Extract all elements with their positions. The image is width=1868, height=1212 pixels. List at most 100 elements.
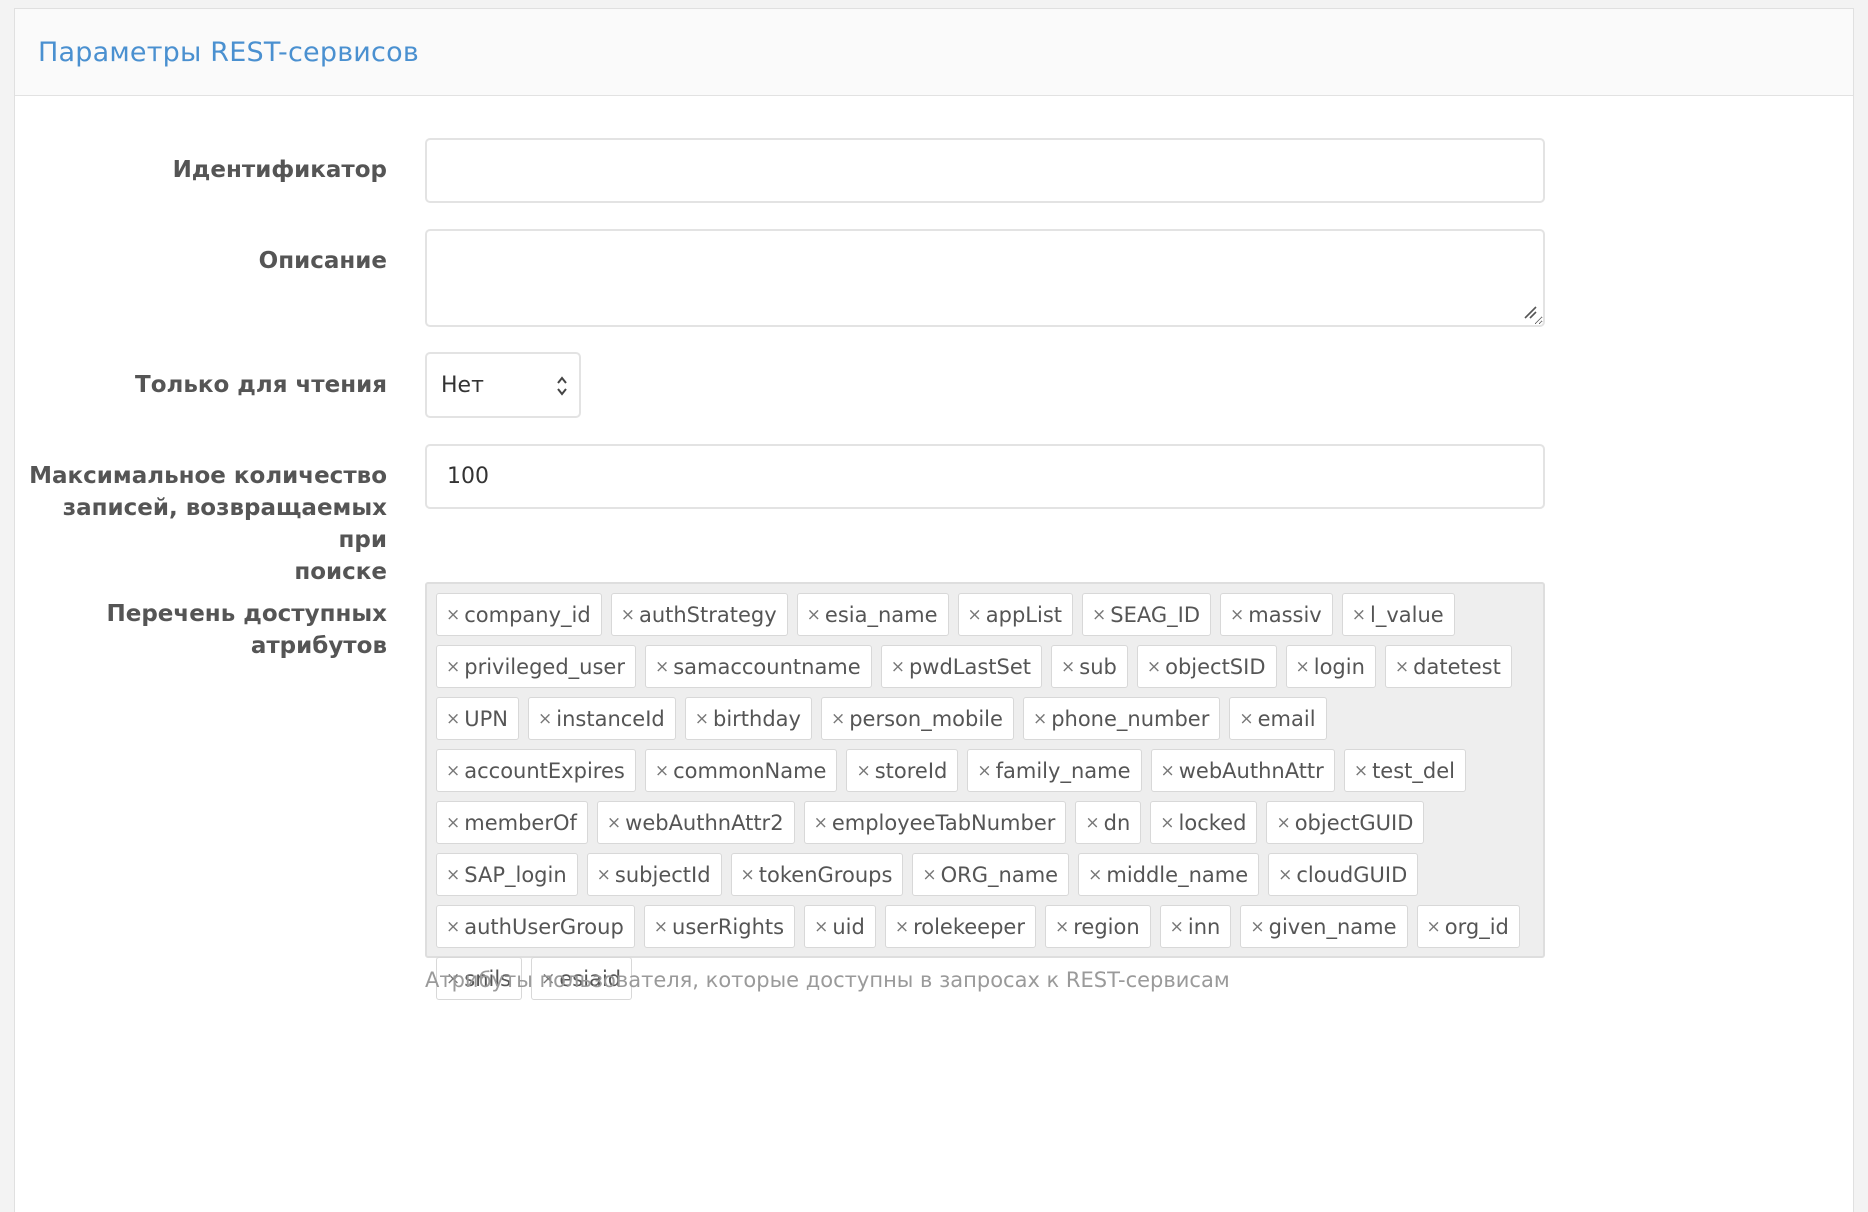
remove-tag-icon[interactable]: × — [831, 709, 845, 729]
remove-tag-icon[interactable]: × — [446, 865, 460, 885]
attributes-label-line: атрибутов — [250, 633, 387, 659]
remove-tag-icon[interactable]: × — [655, 657, 669, 677]
attribute-tag-label: accountExpires — [464, 758, 625, 783]
attribute-tag-label: subjectId — [614, 862, 711, 887]
remove-tag-icon[interactable]: × — [1427, 917, 1441, 937]
attribute-tag-label: rolekeeper — [913, 914, 1025, 939]
remove-tag-icon[interactable]: × — [1170, 917, 1184, 937]
remove-tag-icon[interactable]: × — [856, 761, 870, 781]
attribute-tag-label: sub — [1079, 654, 1117, 679]
rest-services-panel: Параметры REST-сервисов Идентификатор Оп… — [14, 8, 1854, 1212]
remove-tag-icon[interactable]: × — [895, 917, 909, 937]
remove-tag-icon[interactable]: × — [814, 813, 828, 833]
remove-tag-icon[interactable]: × — [891, 657, 905, 677]
attribute-tag-label: given_name — [1268, 914, 1397, 939]
remove-tag-icon[interactable]: × — [1161, 761, 1175, 781]
attribute-tag: × rolekeeper — [884, 905, 1036, 948]
remove-tag-icon[interactable]: × — [1276, 813, 1290, 833]
attribute-tag: × pwdLastSet — [880, 645, 1042, 688]
max-records-label-line: записей, возвращаемых при — [62, 495, 387, 553]
attribute-tag: × login — [1285, 645, 1376, 688]
select-updown-icon — [557, 376, 567, 396]
remove-tag-icon[interactable]: × — [814, 917, 828, 937]
attribute-tag: × inn — [1159, 905, 1232, 948]
remove-tag-icon[interactable]: × — [621, 605, 635, 625]
description-label: Описание — [258, 248, 387, 274]
remove-tag-icon[interactable]: × — [977, 761, 991, 781]
max-records-label-line: Максимальное количество — [29, 463, 387, 489]
attributes-tag-list[interactable]: × company_id × authStrategy × esia_name × appLi… — [425, 582, 1545, 1000]
panel-header: Параметры REST-сервисов — [15, 9, 1853, 96]
attribute-tag-label: family_name — [995, 758, 1131, 783]
attribute-tag-label: company_id — [464, 602, 591, 627]
attribute-tag: × objectGUID — [1266, 801, 1425, 844]
attribute-tag-label: UPN — [464, 706, 508, 731]
remove-tag-icon[interactable]: × — [807, 605, 821, 625]
remove-tag-icon[interactable]: × — [1395, 657, 1409, 677]
remove-tag-icon[interactable]: × — [607, 813, 621, 833]
remove-tag-icon[interactable]: × — [1230, 605, 1244, 625]
remove-tag-icon[interactable]: × — [1033, 709, 1047, 729]
identifier-input[interactable] — [425, 138, 1545, 203]
readonly-select[interactable]: Нет — [425, 352, 581, 418]
attribute-tag: × storeId — [846, 749, 959, 792]
attribute-tag-label: objectGUID — [1294, 810, 1414, 835]
remove-tag-icon[interactable]: × — [1088, 865, 1102, 885]
remove-tag-icon[interactable]: × — [1160, 813, 1174, 833]
max-records-label: Максимальное количество записей, возвращ… — [27, 460, 387, 588]
attribute-tag: × person_mobile — [820, 697, 1014, 740]
remove-tag-icon[interactable]: × — [446, 605, 460, 625]
remove-tag-icon[interactable]: × — [1239, 709, 1253, 729]
attribute-tag-label: appList — [985, 602, 1063, 627]
remove-tag-icon[interactable]: × — [446, 709, 460, 729]
remove-tag-icon[interactable]: × — [741, 865, 755, 885]
remove-tag-icon[interactable]: × — [1278, 865, 1292, 885]
remove-tag-icon[interactable]: × — [922, 865, 936, 885]
remove-tag-icon[interactable]: × — [968, 605, 982, 625]
attribute-tag: × objectSID — [1136, 645, 1277, 688]
remove-tag-icon[interactable]: × — [538, 709, 552, 729]
remove-tag-icon[interactable]: × — [1354, 761, 1368, 781]
attribute-tag-label: massiv — [1248, 602, 1322, 627]
remove-tag-icon[interactable]: × — [1061, 657, 1075, 677]
remove-tag-icon[interactable]: × — [695, 709, 709, 729]
remove-tag-icon[interactable]: × — [1085, 813, 1099, 833]
readonly-selected-value: Нет — [441, 372, 484, 398]
remove-tag-icon[interactable]: × — [446, 761, 460, 781]
attribute-tag: × datetest — [1384, 645, 1512, 688]
attribute-tag-label: SEAG_ID — [1110, 602, 1201, 627]
attribute-tag: × commonName — [644, 749, 838, 792]
remove-tag-icon[interactable]: × — [655, 761, 669, 781]
remove-tag-icon[interactable]: × — [1147, 657, 1161, 677]
remove-tag-icon[interactable]: × — [1250, 917, 1264, 937]
remove-tag-icon[interactable]: × — [654, 917, 668, 937]
description-textarea[interactable] — [425, 229, 1545, 327]
attribute-tag: × authUserGroup — [436, 905, 635, 948]
attribute-tag: × birthday — [684, 697, 812, 740]
attribute-tag: × SAP_login — [436, 853, 578, 896]
max-records-label-line: поиске — [294, 559, 387, 585]
attribute-tag: × employeeTabNumber — [803, 801, 1067, 844]
remove-tag-icon[interactable]: × — [446, 657, 460, 677]
attribute-tag-label: commonName — [673, 758, 827, 783]
remove-tag-icon[interactable]: × — [1055, 917, 1069, 937]
attribute-tag-label: employeeTabNumber — [831, 810, 1056, 835]
remove-tag-icon[interactable]: × — [446, 917, 460, 937]
attribute-tag-label: cloudGUID — [1296, 862, 1408, 887]
attribute-tag: × instanceId — [528, 697, 676, 740]
remove-tag-icon[interactable]: × — [1352, 605, 1366, 625]
attribute-tag-label: storeId — [874, 758, 948, 783]
remove-tag-icon[interactable]: × — [1296, 657, 1310, 677]
max-records-input[interactable] — [425, 444, 1545, 509]
attribute-tag-label: login — [1313, 654, 1365, 679]
remove-tag-icon[interactable]: × — [597, 865, 611, 885]
attribute-tag-label: l_value — [1370, 602, 1444, 627]
attribute-tag-label: org_id — [1444, 914, 1509, 939]
attribute-tag-label: ORG_name — [940, 862, 1059, 887]
remove-tag-icon[interactable]: × — [446, 813, 460, 833]
remove-tag-icon[interactable]: × — [1092, 605, 1106, 625]
attribute-tag-label: authUserGroup — [464, 914, 624, 939]
attribute-tag: × middle_name — [1078, 853, 1260, 896]
attribute-tag: × uid — [804, 905, 876, 948]
attributes-label-line: Перечень доступных — [106, 601, 388, 627]
